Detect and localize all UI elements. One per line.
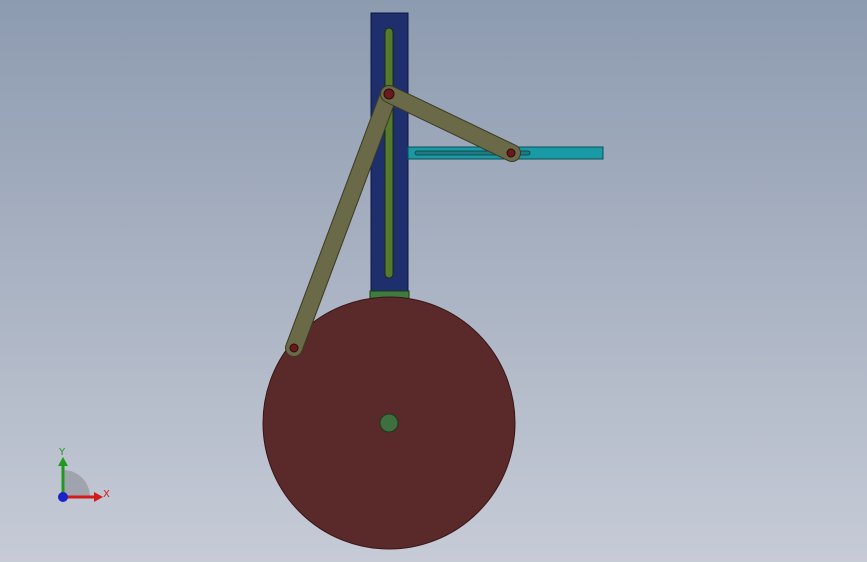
triad-z-axis-icon bbox=[58, 492, 68, 502]
joint-pin-slider[interactable] bbox=[506, 148, 516, 158]
graphics-viewport[interactable]: Y X bbox=[0, 0, 867, 562]
triad-y-label: Y bbox=[58, 447, 66, 458]
disk-hub-pin bbox=[379, 413, 399, 433]
triad-x-arrow-icon bbox=[94, 492, 103, 502]
triad-arc-icon bbox=[63, 470, 90, 497]
joint-pin-disk[interactable] bbox=[289, 343, 299, 353]
coordinate-triad: Y X bbox=[58, 447, 110, 502]
triad-x-label: X bbox=[103, 489, 110, 500]
vertical-slotted-guide[interactable] bbox=[370, 12, 409, 300]
triad-y-arrow-icon bbox=[58, 457, 68, 466]
model-canvas[interactable]: Y X bbox=[0, 0, 867, 562]
joint-pin-top[interactable] bbox=[383, 88, 395, 100]
